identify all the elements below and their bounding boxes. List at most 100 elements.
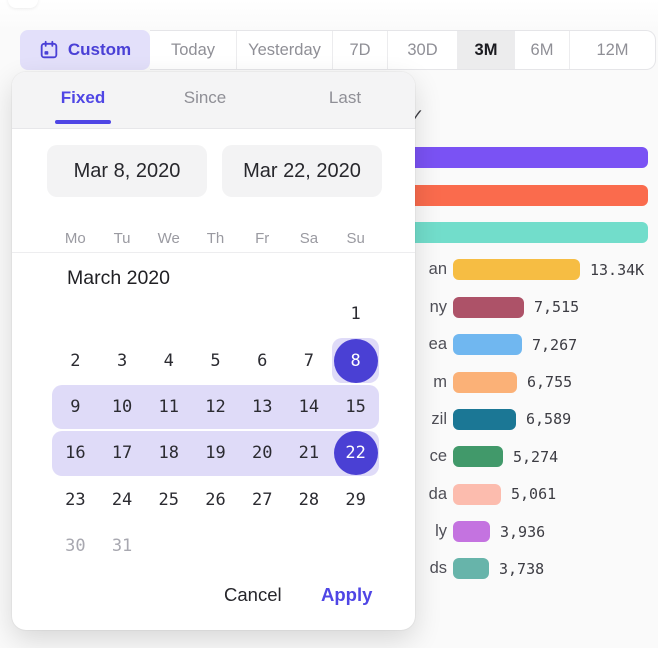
calendar-day[interactable]: 2 [52, 337, 99, 383]
day-number: 15 [345, 397, 365, 417]
calendar-day[interactable]: 11 [145, 384, 192, 430]
calendar-day[interactable]: 28 [286, 477, 333, 523]
calendar-day[interactable]: 31 [99, 523, 146, 569]
preset-7d[interactable]: 7D [332, 31, 387, 69]
calendar-grid: 1234567891011121314151617181920212223242… [52, 291, 379, 569]
calendar-day[interactable]: 7 [286, 337, 333, 383]
calendar-day[interactable]: 21 [286, 430, 333, 476]
month-title: March 2020 [67, 267, 170, 290]
custom-range-button[interactable]: Custom [20, 30, 150, 70]
country-value: 5,061 [511, 485, 556, 503]
date-inputs-row: Mar 8, 2020 Mar 22, 2020 [47, 145, 382, 197]
country-bar [453, 521, 490, 542]
day-number: 14 [299, 397, 319, 417]
calendar-day[interactable]: 19 [192, 430, 239, 476]
day-number: 9 [70, 397, 80, 417]
weekday-label: Sa [286, 225, 333, 251]
country-bar [453, 484, 501, 505]
preset-30d[interactable]: 30D [387, 31, 457, 69]
custom-range-label: Custom [68, 40, 131, 60]
calendar-day[interactable]: 20 [239, 430, 286, 476]
calendar-day[interactable]: 14 [286, 384, 333, 430]
calendar-day[interactable]: 1 [332, 291, 379, 337]
day-number: 22 [345, 443, 365, 463]
calendar-day[interactable]: 3 [99, 337, 146, 383]
active-tab-underline [55, 120, 111, 124]
calendar-day[interactable]: 27 [239, 477, 286, 523]
calendar-day[interactable]: 16 [52, 430, 99, 476]
calendar-day[interactable]: 4 [145, 337, 192, 383]
country-value: 7,267 [532, 336, 577, 354]
calendar-day[interactable]: 8 [332, 337, 379, 383]
country-bar [453, 446, 503, 467]
calendar-day[interactable]: 23 [52, 477, 99, 523]
country-bar [453, 334, 522, 355]
calendar-day [145, 291, 192, 337]
weekday-label: Th [192, 225, 239, 251]
preset-12m[interactable]: 12M [569, 31, 655, 69]
date-range-toolbar: Custom TodayYesterday7D30D3M6M12M [20, 30, 656, 70]
calendar-day[interactable]: 17 [99, 430, 146, 476]
calendar-day[interactable]: 6 [239, 337, 286, 383]
calendar-day [332, 523, 379, 569]
start-date-field[interactable]: Mar 8, 2020 [47, 145, 207, 197]
calendar-day[interactable]: 9 [52, 384, 99, 430]
calendar-day[interactable]: 12 [192, 384, 239, 430]
day-number: 18 [159, 443, 179, 463]
preset-3m[interactable]: 3M [457, 31, 514, 69]
calendar-day[interactable]: 25 [145, 477, 192, 523]
preset-6m[interactable]: 6M [514, 31, 569, 69]
weekday-label: Tu [99, 225, 146, 251]
country-bar [453, 372, 517, 393]
calendar-day[interactable]: 18 [145, 430, 192, 476]
apply-button[interactable]: Apply [315, 583, 378, 607]
day-number: 28 [299, 490, 319, 510]
day-number: 13 [252, 397, 272, 417]
calendar-week-row: 1 [52, 291, 379, 337]
country-value: 6,755 [527, 373, 572, 391]
picker-tabs-header: Fixed Since Last [12, 72, 415, 129]
calendar-day[interactable]: 29 [332, 477, 379, 523]
calendar-day [286, 523, 333, 569]
day-number: 17 [112, 443, 132, 463]
divider [12, 252, 415, 253]
country-value: 6,589 [526, 410, 571, 428]
card-corner-remnant [8, 0, 38, 8]
day-number: 8 [351, 351, 361, 371]
preset-today[interactable]: Today [150, 31, 236, 69]
day-number: 7 [304, 351, 314, 371]
day-number: 19 [205, 443, 225, 463]
day-number: 5 [210, 351, 220, 371]
day-number: 12 [205, 397, 225, 417]
day-number: 21 [299, 443, 319, 463]
calendar-day[interactable]: 24 [99, 477, 146, 523]
end-date-field[interactable]: Mar 22, 2020 [222, 145, 382, 197]
calendar-week-row: 30 31 [52, 523, 379, 569]
country-bar [453, 259, 580, 280]
cancel-button[interactable]: Cancel [218, 583, 288, 607]
calendar-day[interactable]: 22 [332, 430, 379, 476]
calendar-week-row: 16 17 18 19 20 21 22 [52, 430, 379, 476]
preset-yesterday[interactable]: Yesterday [236, 31, 332, 69]
day-number: 24 [112, 490, 132, 510]
calendar-day[interactable]: 10 [99, 384, 146, 430]
day-number: 6 [257, 351, 267, 371]
calendar-day[interactable]: 26 [192, 477, 239, 523]
calendar-day[interactable]: 5 [192, 337, 239, 383]
calendar-day [239, 523, 286, 569]
day-number: 20 [252, 443, 272, 463]
calendar-day [239, 291, 286, 337]
calendar-day[interactable]: 13 [239, 384, 286, 430]
calendar-day[interactable]: 15 [332, 384, 379, 430]
calendar-day [192, 523, 239, 569]
day-number: 25 [159, 490, 179, 510]
picker-footer: Cancel Apply [12, 583, 415, 613]
tab-last[interactable]: Last [305, 87, 385, 109]
day-number: 29 [345, 490, 365, 510]
tab-since[interactable]: Since [165, 87, 245, 109]
calendar-icon [39, 40, 59, 60]
calendar-day [52, 291, 99, 337]
day-number: 31 [112, 536, 132, 556]
tab-fixed[interactable]: Fixed [43, 87, 123, 109]
calendar-day[interactable]: 30 [52, 523, 99, 569]
